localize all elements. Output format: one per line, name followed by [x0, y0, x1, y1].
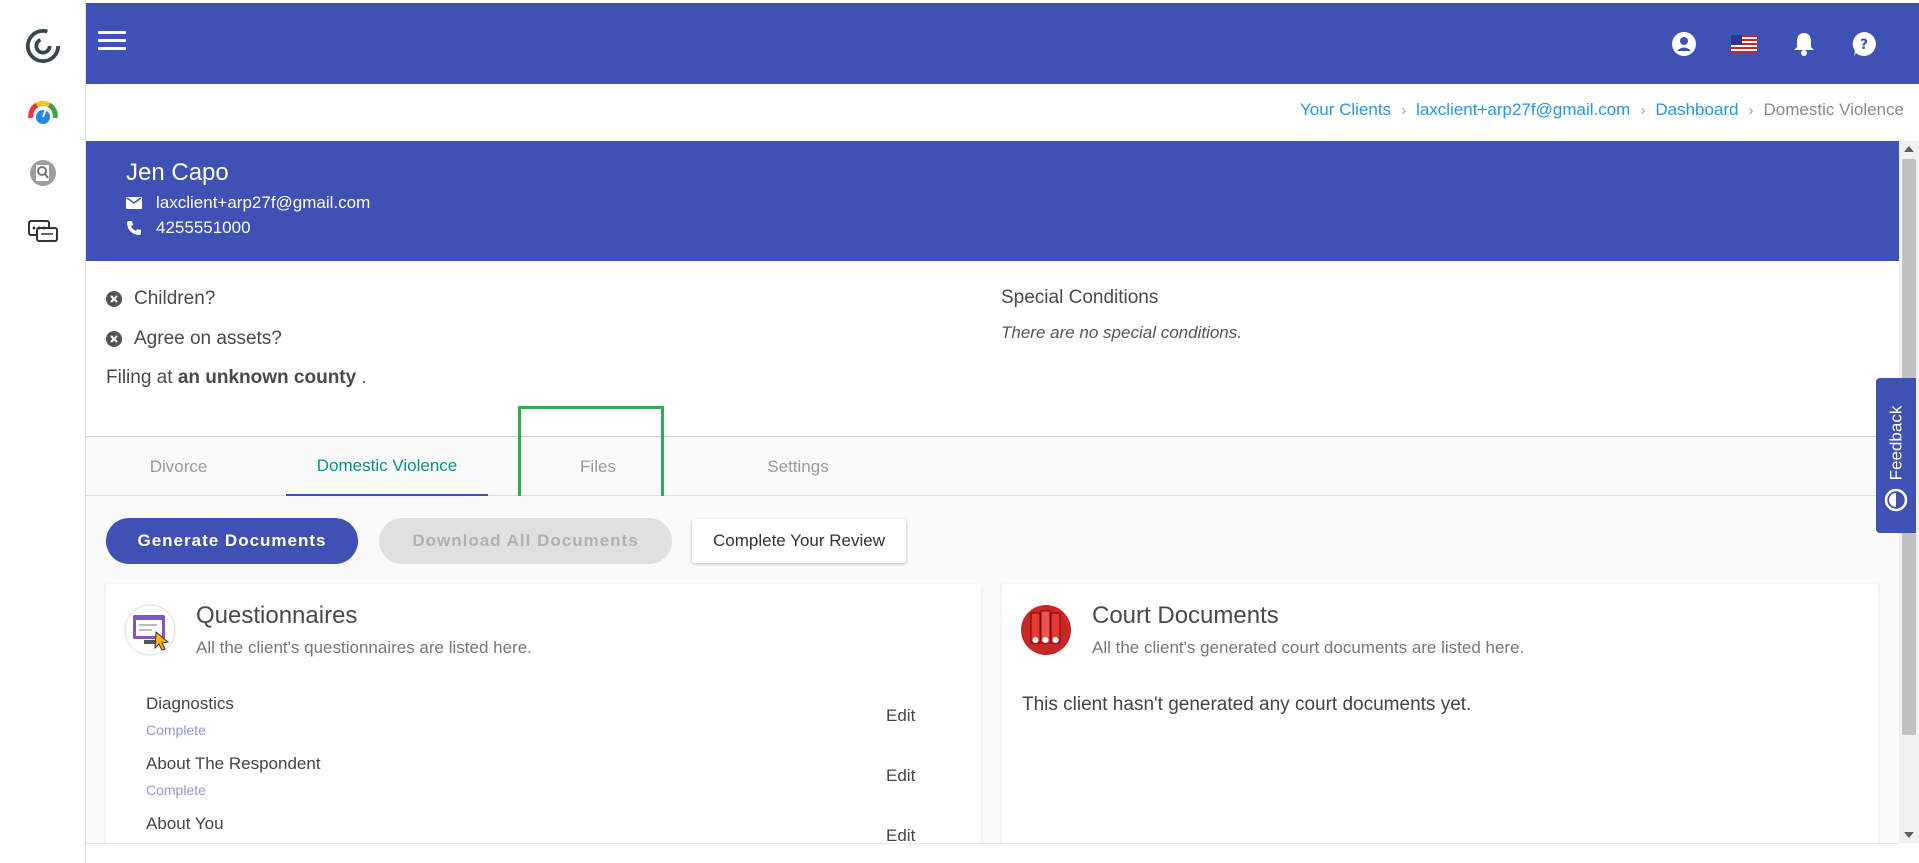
breadcrumb-dashboard[interactable]: Dashboard — [1655, 100, 1738, 120]
case-tabs: Divorce Domestic Violence Files Settings — [86, 436, 1899, 496]
questionnaires-subtitle: All the client's questionnaires are list… — [196, 638, 532, 657]
client-email: laxclient+arp27f@gmail.com — [156, 193, 371, 212]
account-circle-icon[interactable] — [1669, 29, 1699, 59]
court-documents-empty: This client hasn't generated any court d… — [1022, 694, 1472, 715]
special-conditions-text: There are no special conditions. — [1001, 323, 1242, 342]
chat-bubbles-icon[interactable] — [25, 214, 61, 250]
court-documents-title: Court Documents — [1092, 602, 1279, 629]
breadcrumb-current: Domestic Violence — [1763, 100, 1904, 119]
feedback-logo-icon — [1884, 488, 1908, 512]
hamburger-menu-icon[interactable] — [98, 31, 126, 55]
list-item: About You Edit — [146, 814, 946, 843]
download-all-documents-button[interactable]: Download All Documents — [379, 518, 672, 564]
breadcrumb-separator: › — [1748, 101, 1754, 119]
mail-icon — [126, 197, 142, 209]
special-conditions-title: Special Conditions — [1001, 287, 1159, 308]
complete-review-button[interactable]: Complete Your Review — [692, 519, 906, 563]
breadcrumb: Your Clients › laxclient+arp27f@gmail.co… — [1300, 100, 1904, 120]
binders-icon — [1020, 604, 1072, 656]
questionnaire-name: About You — [146, 814, 224, 833]
scroll-up-icon[interactable] — [1904, 146, 1914, 152]
client-email-row: laxclient+arp27f@gmail.com — [126, 193, 370, 213]
top-icons: ? — [1669, 29, 1879, 59]
questionnaire-status: Complete — [146, 782, 206, 798]
tab-domestic-violence[interactable]: Domestic Violence — [286, 437, 488, 496]
tab-divorce[interactable]: Divorce — [106, 437, 251, 496]
breadcrumb-separator: › — [1401, 101, 1407, 119]
questionnaires-title: Questionnaires — [196, 602, 358, 629]
filing-location: Filing at an unknown county . — [106, 367, 367, 389]
bottom-strip — [86, 843, 1899, 863]
gauge-icon[interactable] — [25, 95, 61, 131]
court-documents-subtitle: All the client's generated court documen… — [1092, 638, 1525, 657]
phone-icon — [127, 221, 141, 235]
edit-link[interactable]: Edit — [886, 766, 915, 786]
breadcrumb-client-email[interactable]: laxclient+arp27f@gmail.com — [1416, 100, 1630, 120]
court-documents-card: Court Documents All the client's generat… — [1002, 584, 1878, 843]
list-item: About The Respondent Complete Edit — [146, 754, 946, 814]
swirl-logo-icon[interactable] — [25, 28, 61, 64]
questionnaires-card: Questionnaires All the client's question… — [106, 584, 981, 843]
feedback-label-wrap: Feedback — [1876, 398, 1916, 488]
cancel-circle-icon — [106, 331, 122, 347]
left-rail — [0, 0, 86, 863]
questionnaire-name: Diagnostics — [146, 694, 234, 713]
condition-children: Children? — [106, 288, 215, 310]
filing-prefix: Filing at — [106, 367, 173, 388]
list-item: Diagnostics Complete Edit — [146, 694, 946, 754]
condition-assets: Agree on assets? — [106, 328, 282, 350]
us-flag-icon[interactable] — [1729, 29, 1759, 59]
edit-link[interactable]: Edit — [886, 826, 915, 843]
help-icon[interactable]: ? — [1849, 29, 1879, 59]
filing-suffix: . — [361, 367, 367, 388]
svg-text:?: ? — [1860, 37, 1868, 53]
breadcrumb-your-clients[interactable]: Your Clients — [1300, 100, 1391, 120]
case-info: Children? Agree on assets? Filing at an … — [86, 261, 1899, 436]
top-app-bar: ? — [86, 3, 1919, 84]
bell-icon[interactable] — [1789, 29, 1819, 59]
cancel-circle-icon — [106, 291, 122, 307]
condition-children-label: Children? — [134, 288, 216, 309]
breadcrumb-separator: › — [1640, 101, 1646, 119]
condition-assets-label: Agree on assets? — [134, 328, 282, 349]
feedback-label: Feedback — [1886, 405, 1906, 481]
highlight-box — [518, 406, 664, 500]
filing-county: an unknown county — [177, 367, 357, 388]
client-name: Jen Capo — [126, 159, 229, 186]
client-header: Jen Capo laxclient+arp27f@gmail.com 4255… — [86, 141, 1899, 261]
questionnaire-status: Complete — [146, 722, 206, 738]
tab-settings[interactable]: Settings — [718, 437, 878, 496]
generate-documents-button[interactable]: Generate Documents — [106, 518, 358, 564]
tab-content: Generate Documents Download All Document… — [86, 496, 1899, 843]
edit-link[interactable]: Edit — [886, 706, 915, 726]
feedback-tab[interactable]: Feedback — [1876, 378, 1916, 533]
scroll-down-icon[interactable] — [1904, 832, 1914, 838]
questionnaire-monitor-icon — [124, 604, 176, 656]
search-document-icon[interactable] — [25, 155, 61, 191]
client-phone: 4255551000 — [156, 218, 251, 237]
questionnaire-name: About The Respondent — [146, 754, 321, 773]
client-phone-row: 4255551000 — [126, 218, 251, 238]
